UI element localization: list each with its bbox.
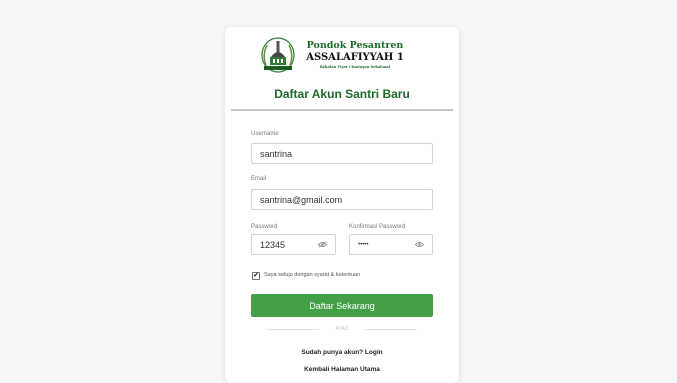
password-input[interactable]: 12345 xyxy=(251,234,336,255)
confirm-password-value: ••••• xyxy=(358,241,369,248)
email-value: santrina@gmail.com xyxy=(260,194,343,205)
logo-line-2: ASSALAFIYYAH 1 xyxy=(306,52,404,63)
agree-label: Saya setuju dengan syarat & ketentuan xyxy=(264,272,361,278)
username-label: Username xyxy=(251,131,279,137)
login-link[interactable]: Sudah punya akun? Login xyxy=(225,349,459,356)
confirm-password-label: Konfirmasi Password xyxy=(349,224,406,230)
email-input[interactable]: santrina@gmail.com xyxy=(251,189,433,210)
mosque-emblem-icon xyxy=(261,37,295,73)
register-button[interactable]: Daftar Sekarang xyxy=(251,294,433,317)
school-logo: Pondok Pesantren ASSALAFIYYAH 1 Bekalan … xyxy=(258,35,410,75)
username-input[interactable]: santrina xyxy=(251,143,433,164)
logo-text: Pondok Pesantren ASSALAFIYYAH 1 Bekalan … xyxy=(302,40,408,70)
password-value: 12345 xyxy=(260,239,286,250)
separator-text: ATAU xyxy=(335,326,349,332)
separator-line-right xyxy=(365,329,417,330)
logo-line-3: Bekalan Tiyar Cinatayan Sekaloani xyxy=(319,65,391,69)
confirm-password-input[interactable]: ••••• xyxy=(349,234,433,255)
check-icon: ✔ xyxy=(253,272,259,279)
header-divider xyxy=(231,109,453,111)
register-button-label: Daftar Sekarang xyxy=(309,300,375,311)
username-value: santrina xyxy=(260,148,293,159)
page-title: Daftar Akun Santri Baru xyxy=(274,87,410,101)
register-card: Pondok Pesantren ASSALAFIYYAH 1 Bekalan … xyxy=(225,27,459,383)
agree-checkbox[interactable]: ✔ xyxy=(252,272,260,280)
eye-icon[interactable] xyxy=(415,241,424,248)
logo-line-1: Pondok Pesantren xyxy=(306,40,404,51)
home-link[interactable]: Kembali Halaman Utama xyxy=(225,366,459,373)
password-label: Password xyxy=(251,224,278,230)
eye-icon[interactable] xyxy=(318,241,327,248)
email-label: Email xyxy=(251,176,267,182)
